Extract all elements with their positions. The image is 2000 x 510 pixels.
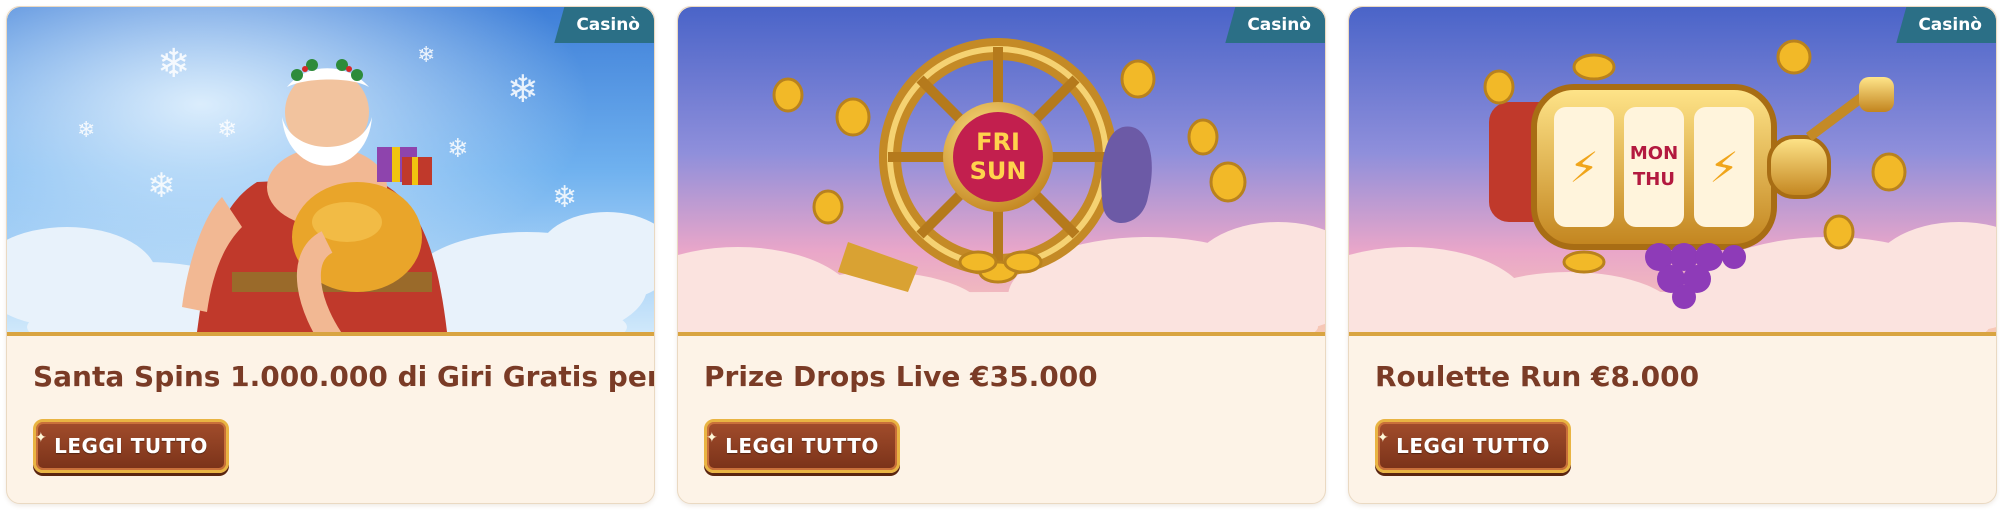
promo-title[interactable]: Prize Drops Live €35.000: [704, 359, 1305, 395]
casino-category-tag: Casinò: [1896, 7, 1996, 43]
read-more-button[interactable]: LEGGI TUTTO: [1375, 419, 1571, 473]
promo-title[interactable]: Santa Spins 1.000.000 di Giri Gratis per…: [33, 359, 654, 395]
read-more-button[interactable]: LEGGI TUTTO: [33, 419, 229, 473]
promo-card-prize-drops-live[interactable]: FRI SUN Casinò Prize Drops Live €35.000 …: [677, 6, 1326, 504]
casino-category-tag: Casinò: [1225, 7, 1325, 43]
svg-text:❄: ❄: [552, 180, 577, 215]
sparkle-icon: ✦: [706, 430, 718, 446]
svg-text:❄: ❄: [77, 118, 95, 143]
promotions-grid: ❄ ❄ ❄ ❄ ❄ ❄ ❄ ❄ ❄ ❄: [0, 0, 2000, 510]
golden-wheel-illustration: FRI SUN: [678, 7, 1325, 332]
svg-text:SUN: SUN: [970, 157, 1027, 185]
svg-text:⚡: ⚡: [1709, 143, 1739, 192]
svg-text:❄: ❄: [507, 67, 539, 111]
svg-text:❄: ❄: [157, 41, 191, 87]
promo-banner-image[interactable]: ❄ ❄ ❄ ❄ ❄ ❄ ❄ ❄ ❄ ❄: [7, 7, 654, 336]
promo-card-roulette-run[interactable]: ⚡ MON THU ⚡ Casinò Roulette Run €8.000 L…: [1348, 6, 1997, 504]
casino-category-tag: Casinò: [554, 7, 654, 43]
svg-text:⚡: ⚡: [1569, 143, 1599, 192]
svg-text:THU: THU: [1633, 169, 1675, 190]
santa-zeus-illustration: ❄ ❄ ❄ ❄ ❄ ❄ ❄ ❄ ❄ ❄: [7, 7, 654, 332]
golden-slot-machine-illustration: ⚡ MON THU ⚡: [1349, 7, 1996, 332]
svg-text:❄: ❄: [217, 115, 237, 143]
promo-card-santa-spins[interactable]: ❄ ❄ ❄ ❄ ❄ ❄ ❄ ❄ ❄ ❄: [6, 6, 655, 504]
read-more-button[interactable]: LEGGI TUTTO: [704, 419, 900, 473]
svg-text:MON: MON: [1630, 143, 1678, 164]
promo-title[interactable]: Roulette Run €8.000: [1375, 359, 1976, 395]
svg-text:❄: ❄: [447, 134, 469, 164]
sparkle-icon: ✦: [35, 430, 47, 446]
svg-text:❄: ❄: [417, 43, 435, 68]
svg-text:❄: ❄: [147, 166, 176, 206]
promo-banner-image[interactable]: ⚡ MON THU ⚡ Casinò: [1349, 7, 1996, 336]
promo-banner-image[interactable]: FRI SUN Casinò: [678, 7, 1325, 336]
svg-text:FRI: FRI: [976, 128, 1020, 156]
sparkle-icon: ✦: [1377, 430, 1389, 446]
